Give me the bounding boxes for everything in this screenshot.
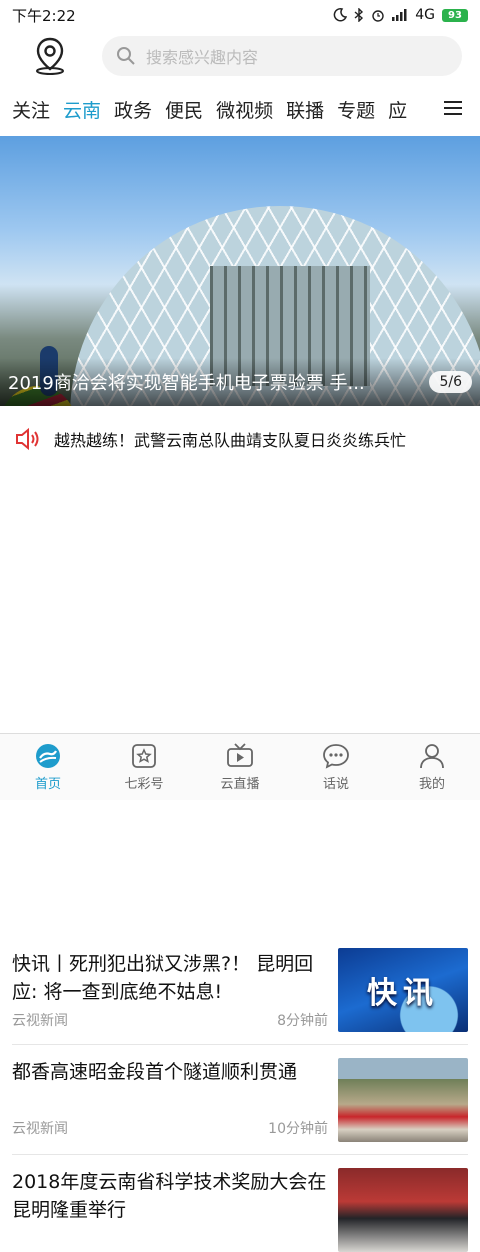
nav-home[interactable]: 首页	[0, 734, 96, 800]
news-thumbnail: 快讯	[338, 948, 468, 1032]
bluetooth-icon	[354, 8, 364, 22]
nav-home-label: 首页	[34, 777, 61, 792]
status-bar: 下午2:22 4G 93	[0, 0, 480, 30]
tab-guanzhu[interactable]: 关注	[12, 96, 50, 123]
signal-icon	[392, 9, 407, 21]
news-thumbnail	[338, 1058, 468, 1142]
status-time: 下午2:22	[12, 6, 76, 25]
search-icon	[117, 47, 135, 65]
tab-yunnan[interactable]: 云南	[63, 96, 101, 123]
bottom-nav: 首页 七彩号 云直播 话说 我的	[0, 733, 480, 800]
nav-live-label: 云直播	[220, 777, 260, 792]
news-source: 云视新闻	[12, 1121, 68, 1137]
news-thumbnail-text: 快讯	[367, 976, 439, 1011]
news-item[interactable]: 快讯丨死刑犯出狱又涉黑?！ 昆明回应: 将一查到底绝不姑息! 云视新闻 8分钟前…	[12, 946, 468, 1045]
nav-qicaihao[interactable]: 七彩号	[96, 734, 192, 800]
news-time: 8分钟前	[277, 1013, 328, 1029]
banner-pager: 5/6	[429, 371, 472, 393]
news-title: 快讯丨死刑犯出狱又涉黑?！ 昆明回应: 将一查到底绝不姑息!	[12, 953, 314, 1003]
news-item[interactable]: 都香高速昭金段首个隧道顺利贯通 云视新闻 10分钟前	[12, 1056, 468, 1155]
news-title: 都香高速昭金段首个隧道顺利贯通	[12, 1061, 298, 1083]
news-ticker[interactable]: 越热越练！武警云南总队曲靖支队夏日炎炎练兵忙	[0, 406, 480, 472]
nav-mine-label: 我的	[418, 777, 445, 792]
tab-bianmin[interactable]: 便民	[165, 96, 203, 123]
banner-caption-text: 2019商洽会将实现智能手机电子票验票 手...	[8, 373, 365, 394]
user-icon	[420, 744, 444, 769]
nav-talk[interactable]: 话说	[288, 734, 384, 800]
search-input[interactable]: 搜索感兴趣内容	[102, 36, 462, 76]
banner-caption: 2019商洽会将实现智能手机电子票验票 手... 5/6	[0, 358, 480, 406]
battery-icon: 93	[442, 8, 468, 22]
home-icon	[36, 744, 60, 768]
tab-weishipin[interactable]: 微视频	[216, 96, 273, 123]
news-source: 云视新闻	[12, 1013, 68, 1029]
category-tabs: 关注 云南 政务 便民 微视频 联播 专题 应	[0, 82, 480, 136]
nav-live[interactable]: 云直播	[192, 734, 288, 800]
tab-zhengwu[interactable]: 政务	[114, 96, 152, 123]
status-icons: 4G 93	[333, 7, 468, 23]
tab-zhuanti[interactable]: 专题	[337, 96, 375, 123]
news-time: 10分钟前	[268, 1121, 328, 1137]
alarm-icon	[372, 10, 384, 22]
network-type: 4G	[415, 7, 435, 23]
news-title: 2018年度云南省科学技术奖励大会在昆明隆重举行	[12, 1171, 327, 1221]
speaker-icon	[16, 427, 39, 451]
news-item[interactable]: 2018年度云南省科学技术奖励大会在昆明隆重举行	[12, 1166, 468, 1252]
nav-talk-label: 话说	[322, 777, 349, 792]
moon-icon	[333, 8, 348, 22]
nav-qicaihao-label: 七彩号	[124, 777, 164, 792]
ticker-text: 越热越练！武警云南总队曲靖支队夏日炎炎练兵忙	[54, 431, 407, 450]
tab-lianbo[interactable]: 联播	[286, 96, 324, 123]
app-header: 搜索感兴趣内容	[0, 30, 480, 82]
nav-mine[interactable]: 我的	[384, 734, 480, 800]
banner-carousel[interactable]: 2019商洽会将实现智能手机电子票验票 手... 5/6	[0, 136, 480, 406]
location-pin-icon[interactable]	[30, 34, 70, 78]
search-placeholder: 搜索感兴趣内容	[146, 48, 259, 67]
star-icon	[132, 744, 156, 768]
news-thumbnail	[338, 1168, 468, 1252]
tv-icon	[227, 743, 253, 767]
tab-ying[interactable]: 应	[388, 96, 407, 123]
menu-icon[interactable]	[444, 100, 462, 116]
chat-icon	[323, 744, 349, 769]
